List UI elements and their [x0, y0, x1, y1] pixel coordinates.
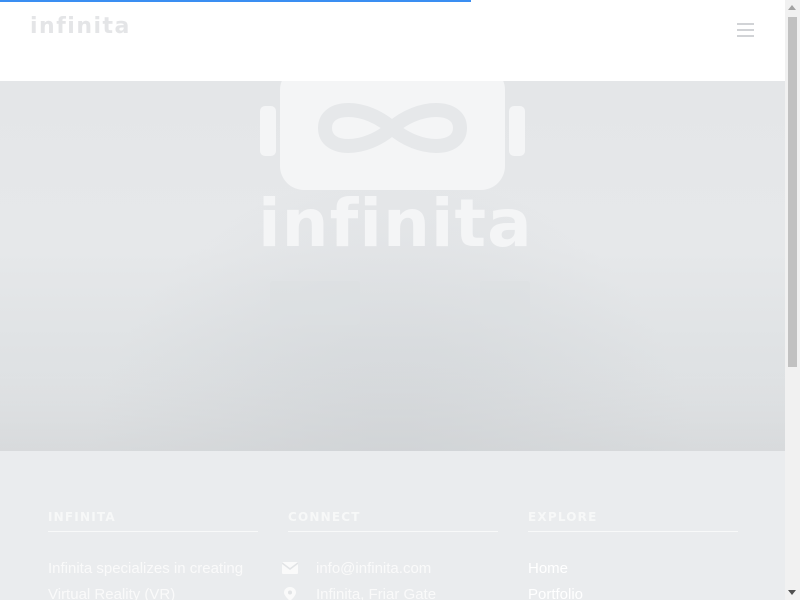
footer-explore-column: EXPLORE Home Portfolio — [528, 510, 738, 600]
site-logo[interactable]: infinita — [30, 14, 131, 39]
footer-about-title: INFINITA — [48, 510, 258, 532]
hero-banner: infinita — [0, 81, 785, 451]
footer-nav-list: Home Portfolio — [528, 556, 738, 600]
footer-link-home[interactable]: Home — [528, 556, 738, 582]
contact-address-row: Infinita, Friar Gate — [284, 582, 498, 600]
page-load-progress-bar — [0, 0, 471, 2]
scrollbar-thumb[interactable] — [788, 17, 797, 367]
hamburger-menu-icon[interactable] — [734, 20, 758, 40]
site-footer: INFINITA Infinita specializes in creatin… — [0, 451, 785, 600]
contact-email[interactable]: info@infinita.com — [316, 556, 431, 582]
map-marker-icon — [284, 587, 296, 600]
footer-about-line: Infinita specializes in creating — [48, 560, 244, 577]
hero-wordmark: infinita — [258, 185, 533, 262]
scroll-down-arrow-icon[interactable] — [788, 590, 796, 595]
page-viewport: infinita infinita INFINITA Infinita spec… — [0, 0, 785, 600]
envelope-icon — [282, 562, 298, 574]
footer-about-column: INFINITA Infinita specializes in creatin… — [48, 510, 258, 600]
footer-explore-title: EXPLORE — [528, 510, 738, 532]
footer-connect-title: CONNECT — [288, 510, 498, 532]
contact-address: Infinita, Friar Gate — [316, 586, 437, 600]
footer-link-portfolio[interactable]: Portfolio — [528, 582, 738, 600]
footer-about-text: Infinita specializes in creating Virtual… — [48, 556, 258, 600]
footer-about-line: Virtual Reality (VR) — [48, 586, 176, 600]
hero-background-scene — [0, 361, 785, 451]
contact-email-row[interactable]: info@infinita.com — [282, 556, 498, 582]
scroll-up-arrow-icon[interactable] — [788, 5, 796, 10]
page-scrollbar[interactable] — [785, 0, 800, 600]
footer-connect-column: CONNECT info@infinita.com Infinita, Fria… — [282, 510, 498, 600]
site-header: infinita — [0, 0, 785, 81]
